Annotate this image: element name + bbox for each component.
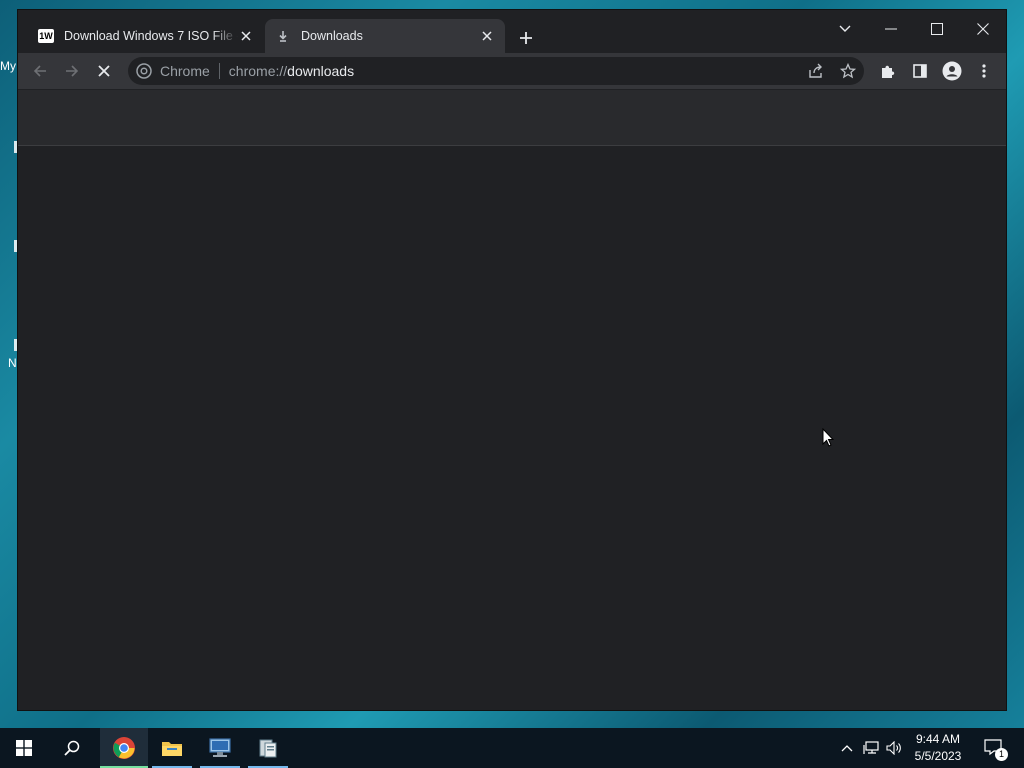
folder-icon [162, 742, 182, 756]
network-button[interactable] [860, 728, 882, 768]
arrow-left-icon [33, 65, 46, 77]
maximize-icon [931, 23, 943, 35]
chevron-down-icon [839, 25, 851, 32]
tab-search-button[interactable] [830, 16, 860, 42]
tab-windows7-iso[interactable]: 1W Download Windows 7 ISO File - U [28, 19, 264, 53]
site-info-chip[interactable]: Chrome [136, 63, 210, 79]
search-button[interactable] [48, 728, 96, 768]
browser-toolbar: Chrome chrome://downloads [18, 53, 1006, 89]
share-button[interactable] [802, 57, 830, 85]
server-app-icon [259, 739, 277, 758]
tab-title: Download Windows 7 ISO File - U [64, 29, 238, 43]
clock-time: 9:44 AM [915, 732, 961, 746]
desktop-icon-label[interactable]: N [8, 356, 17, 370]
kebab-menu-icon [982, 64, 986, 78]
address-bar[interactable]: Chrome chrome://downloads [128, 57, 864, 85]
extensions-button[interactable] [874, 57, 902, 85]
desktop-icon-fragment[interactable] [14, 240, 17, 252]
taskbar-chrome[interactable] [100, 728, 148, 768]
action-center-button[interactable]: 1 [978, 728, 1010, 768]
speaker-icon [886, 741, 901, 755]
maximize-button[interactable] [914, 14, 960, 44]
minimize-button[interactable] [868, 14, 914, 44]
taskbar: 9:44 AM 5/5/2023 1 [0, 728, 1024, 768]
url-text[interactable]: chrome://downloads [229, 63, 354, 79]
share-icon [809, 63, 822, 78]
tab-downloads[interactable]: Downloads [265, 19, 505, 53]
taskbar-app[interactable] [244, 728, 292, 768]
star-icon [840, 63, 856, 79]
clock-date: 5/5/2023 [914, 749, 962, 763]
desktop-icon-fragment[interactable] [14, 339, 17, 351]
close-icon[interactable] [238, 28, 254, 44]
side-panel-icon [913, 64, 927, 78]
site-favicon: 1W [38, 29, 54, 43]
chrome-icon [136, 63, 152, 79]
avatar-icon [942, 61, 962, 81]
divider [218, 63, 220, 79]
chrome-window: 1W Download Windows 7 ISO File - U Downl… [18, 10, 1006, 710]
close-icon [977, 23, 989, 35]
downloads-content [18, 146, 1006, 710]
chip-label: Chrome [160, 63, 210, 79]
computer-icon [209, 738, 231, 757]
forward-button[interactable] [58, 57, 86, 85]
desktop-icon-label[interactable]: My [0, 59, 16, 73]
chevron-up-icon [841, 745, 853, 752]
taskbar-remote-desktop[interactable] [196, 728, 244, 768]
mouse-cursor-icon [822, 428, 834, 447]
search-icon [64, 740, 80, 756]
stop-loading-button[interactable] [90, 57, 118, 85]
side-panel-button[interactable] [906, 57, 934, 85]
downloads-header [18, 90, 1006, 146]
close-icon [98, 65, 110, 77]
windows-logo-icon [16, 740, 32, 756]
bookmark-button[interactable] [834, 57, 862, 85]
close-icon[interactable] [479, 28, 495, 44]
profile-button[interactable] [938, 57, 966, 85]
puzzle-icon [882, 65, 895, 78]
tab-title: Downloads [301, 29, 363, 43]
taskbar-file-explorer[interactable] [148, 728, 196, 768]
chrome-icon [113, 737, 135, 759]
title-bar[interactable]: 1W Download Windows 7 ISO File - U Downl… [18, 10, 1006, 53]
notification-count-badge: 1 [995, 748, 1008, 761]
back-button[interactable] [26, 57, 54, 85]
download-icon [275, 28, 291, 44]
new-tab-button[interactable] [515, 27, 537, 49]
network-icon [863, 741, 879, 754]
minimize-icon [885, 28, 897, 30]
menu-button[interactable] [970, 57, 998, 85]
desktop-icon-fragment[interactable] [14, 141, 17, 153]
start-button[interactable] [0, 728, 48, 768]
volume-button[interactable] [883, 728, 905, 768]
show-hidden-icons-button[interactable] [836, 728, 858, 768]
close-window-button[interactable] [960, 14, 1006, 44]
system-clock[interactable]: 9:44 AM 5/5/2023 [906, 731, 970, 765]
arrow-right-icon [66, 65, 79, 77]
